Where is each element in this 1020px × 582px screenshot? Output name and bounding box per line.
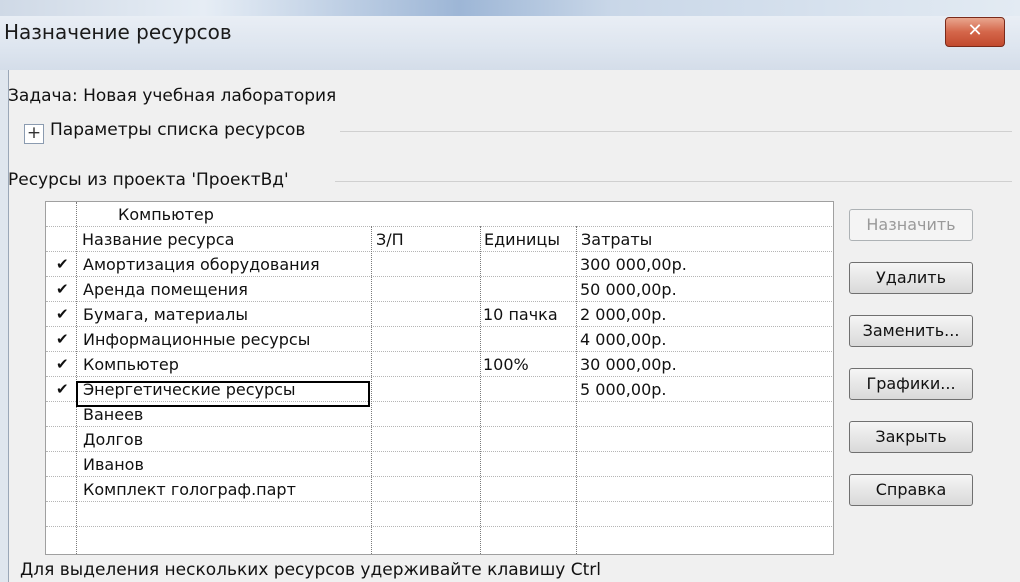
row-indicator-check-icon: ✔ xyxy=(56,255,69,273)
grid-row-line xyxy=(46,276,833,277)
grid-col-line xyxy=(576,226,577,554)
resource-cost-cell[interactable]: 300 000,00р. xyxy=(580,253,687,276)
resources-group-label: Ресурсы из проекта 'ПроектВд' xyxy=(8,170,289,190)
resource-cost-cell[interactable]: 4 000,00р. xyxy=(580,328,667,351)
header-cost[interactable]: Затраты xyxy=(581,228,652,251)
grid-row-line xyxy=(46,376,833,377)
remove-button[interactable]: Удалить xyxy=(849,262,973,294)
grid-row-line xyxy=(46,226,833,227)
row-indicator-check-icon: ✔ xyxy=(56,380,69,398)
grid-row-line xyxy=(46,501,833,502)
grid-row-line xyxy=(46,451,833,452)
grid-row-line xyxy=(46,251,833,252)
resource-name-cell[interactable]: Иванов xyxy=(83,453,144,476)
options-label[interactable]: Параметры списка ресурсов xyxy=(50,120,305,140)
grid-col-line xyxy=(371,226,372,554)
resource-cost-cell[interactable]: 50 000,00р. xyxy=(580,278,677,301)
grid-col-line xyxy=(480,226,481,554)
row-indicator-check-icon: ✔ xyxy=(56,355,69,373)
resource-name-cell[interactable]: Бумага, материалы xyxy=(83,303,248,326)
options-separator xyxy=(340,131,1012,132)
resource-name-cell[interactable]: Компьютер xyxy=(83,353,179,376)
close-icon: ✕ xyxy=(967,20,983,41)
selected-cell-focus xyxy=(76,381,370,407)
grid-row-line xyxy=(46,326,833,327)
header-rd[interactable]: З/П xyxy=(376,228,404,251)
resource-cost-cell[interactable]: 5 000,00р. xyxy=(580,378,667,401)
graphs-button[interactable]: Графики... xyxy=(849,368,973,400)
help-button[interactable]: Справка xyxy=(849,474,973,506)
close-button[interactable]: Закрыть xyxy=(849,421,973,453)
footer-hint: Для выделения нескольких ресурсов удержи… xyxy=(20,560,601,580)
header-name[interactable]: Название ресурса xyxy=(82,228,234,251)
resource-cost-cell[interactable]: 2 000,00р. xyxy=(580,303,667,326)
grid-row-line xyxy=(46,526,833,527)
resource-name-cell[interactable]: Аренда помещения xyxy=(83,278,248,301)
background-taskbar-strip xyxy=(0,0,1020,16)
grid-row-line xyxy=(46,301,833,302)
resource-name-cell[interactable]: Амортизация оборудования xyxy=(83,253,320,276)
plus-icon: + xyxy=(26,123,42,143)
grid-col-line xyxy=(76,202,77,554)
resource-name-cell[interactable]: Информационные ресурсы xyxy=(83,328,310,351)
group-separator xyxy=(335,181,1012,182)
entry-bar-value[interactable]: Компьютер xyxy=(118,203,214,226)
header-units[interactable]: Единицы xyxy=(484,228,560,251)
grid-row-line xyxy=(46,476,833,477)
assign-button[interactable]: Назначить xyxy=(849,209,973,241)
resource-name-cell[interactable]: Комплект голограф.парт xyxy=(83,478,296,501)
replace-button[interactable]: Заменить... xyxy=(849,315,973,347)
row-indicator-check-icon: ✔ xyxy=(56,280,69,298)
grid-row-line xyxy=(46,426,833,427)
expand-options-button[interactable]: + xyxy=(24,123,44,144)
close-window-button[interactable]: ✕ xyxy=(945,17,1005,47)
window-title: Назначение ресурсов xyxy=(4,20,232,44)
resource-name-cell[interactable]: Долгов xyxy=(83,428,143,451)
task-label: Задача: Новая учебная лаборатория xyxy=(8,86,337,106)
resource-units-cell[interactable]: 10 пачка xyxy=(483,303,558,326)
grid-row-line xyxy=(46,351,833,352)
row-indicator-check-icon: ✔ xyxy=(56,330,69,348)
row-indicator-check-icon: ✔ xyxy=(56,305,69,323)
resource-units-cell[interactable]: 100% xyxy=(483,353,529,376)
resource-cost-cell[interactable]: 30 000,00р. xyxy=(580,353,677,376)
